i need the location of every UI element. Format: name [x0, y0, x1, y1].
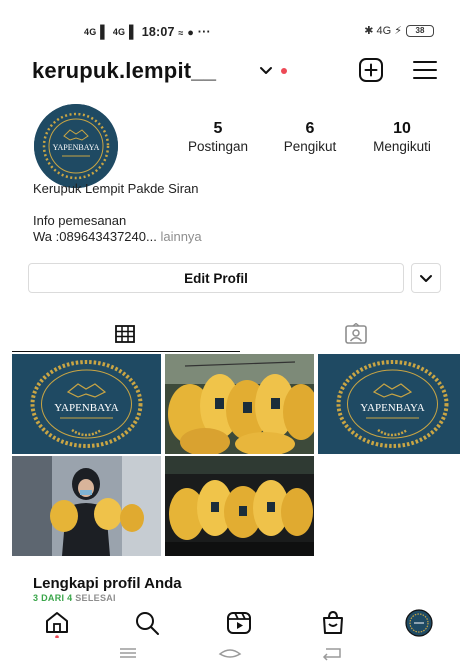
person-photo: [12, 456, 161, 556]
bio-line-2: Wa :089643437240... lainnya: [33, 229, 202, 244]
post-tile[interactable]: [165, 354, 314, 454]
chevron-down-icon: [420, 275, 432, 282]
progress-rest: SELESAI: [75, 593, 116, 603]
stat-followers-value: 6: [305, 120, 315, 137]
stat-following-label: Mengikuti: [373, 139, 431, 154]
post-tile[interactable]: [12, 456, 161, 556]
stat-posts-label: Postingan: [187, 139, 249, 154]
home-icon[interactable]: [42, 608, 72, 638]
post-tile[interactable]: YAPENBAYA: [12, 354, 161, 454]
tagged-person-icon: [345, 323, 367, 344]
post-tile[interactable]: YAPENBAYA: [318, 354, 460, 454]
grid-icon: [115, 325, 135, 343]
home-button-icon[interactable]: [216, 644, 244, 662]
wifi-icon: ≈: [178, 28, 184, 38]
username[interactable]: kerupuk.lempit__: [32, 58, 216, 84]
signal-bars-icon-2: ▌: [128, 25, 138, 39]
logo-image: YAPENBAYA: [12, 354, 161, 454]
status-right: ✱ 4G ⚡ 38: [364, 24, 434, 37]
signal-1: 4G: [84, 27, 97, 37]
status-right-icons: ✱ 4G ⚡: [364, 25, 402, 37]
profile-header: kerupuk.lempit__: [32, 52, 438, 92]
profile-summary: YAPENBAYA 5 Postingan 6 Pengikut 10 Meng…: [34, 104, 444, 188]
back-button-icon[interactable]: [318, 644, 346, 662]
post-tile[interactable]: [165, 456, 314, 556]
bio-line-1: Info pemesanan: [33, 213, 127, 228]
avatar-text: YAPENBAYA: [53, 143, 100, 152]
logo-text: YAPENBAYA: [360, 402, 424, 414]
tab-tagged[interactable]: [240, 316, 460, 352]
tab-grid[interactable]: [12, 316, 240, 352]
avatar[interactable]: YAPENBAYA: [34, 104, 118, 188]
stat-followers-label: Pengikut: [283, 139, 337, 154]
bio-more-link[interactable]: lainnya: [160, 229, 201, 244]
reels-icon[interactable]: [224, 608, 254, 638]
complete-profile-progress: 3 DARI 4 SELESAI: [33, 593, 116, 603]
logo-text: YAPENBAYA: [54, 402, 118, 414]
more-status-icon: ···: [197, 25, 211, 39]
system-nav-bar: [0, 640, 460, 667]
notification-dot: [281, 68, 287, 74]
bottom-nav: [0, 604, 460, 640]
status-time: 18:07: [141, 25, 175, 39]
complete-profile-title: Lengkapi profil Anda: [33, 575, 182, 592]
bio-phone: Wa :089643437240...: [33, 229, 157, 244]
status-bar: 4G ▌ 4G ▌ 18:07 ≈ ● ··· ✱ 4G ⚡ 38: [0, 0, 460, 48]
profile-full-name: Kerupuk Lempit Pakde Siran: [33, 181, 199, 196]
logo-image: YAPENBAYA: [318, 354, 460, 454]
product-photo: [165, 456, 314, 556]
status-left: 4G ▌ 4G ▌ 18:07 ≈ ● ···: [84, 25, 211, 39]
stat-posts[interactable]: 5 Postingan: [178, 120, 258, 154]
signal-bars-icon: ▌: [100, 25, 110, 39]
battery-icon: 38: [406, 24, 434, 37]
avatar-logo: YAPENBAYA: [34, 104, 118, 188]
menu-icon[interactable]: [412, 58, 438, 82]
progress-done: 3 DARI 4: [33, 593, 73, 603]
shop-icon[interactable]: [318, 608, 348, 638]
stat-following-value: 10: [393, 120, 411, 137]
profile-tabs: [12, 316, 460, 352]
product-photo: [165, 354, 314, 454]
edit-profile-button[interactable]: Edit Profil: [28, 263, 404, 293]
stat-posts-value: 5: [213, 120, 223, 137]
add-post-icon[interactable]: [358, 57, 384, 83]
chat-icon: ●: [187, 27, 195, 39]
recent-apps-icon[interactable]: [114, 644, 142, 662]
profile-avatar-icon[interactable]: [404, 608, 434, 638]
stat-followers[interactable]: 6 Pengikut: [270, 120, 350, 154]
signal-2: 4G: [112, 27, 126, 37]
suggestions-toggle-button[interactable]: [411, 263, 441, 293]
search-icon[interactable]: [132, 608, 162, 638]
chevron-down-icon[interactable]: [258, 60, 274, 80]
stat-following[interactable]: 10 Mengikuti: [360, 120, 444, 154]
